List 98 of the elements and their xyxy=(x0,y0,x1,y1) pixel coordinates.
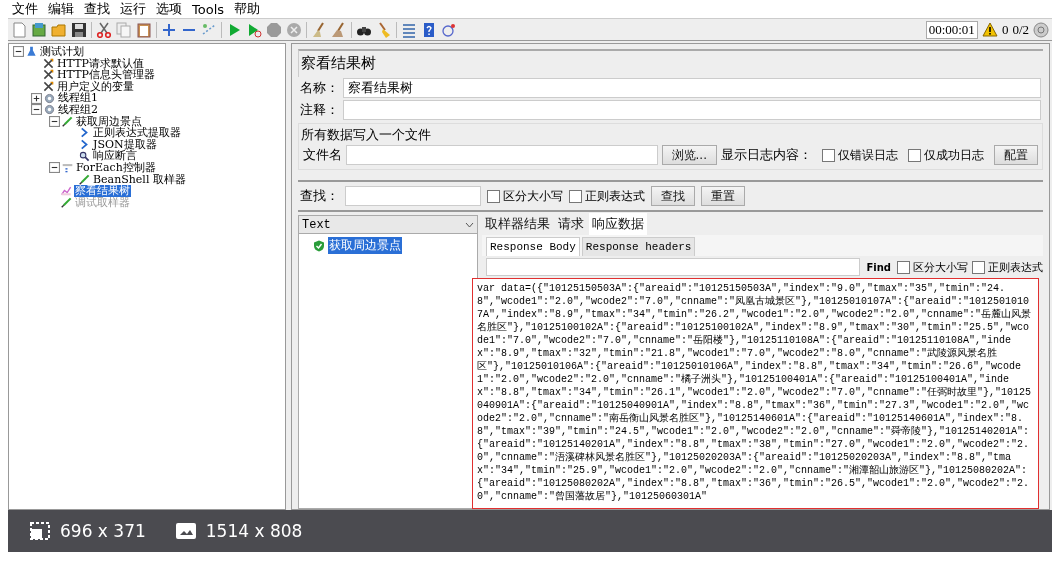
broom-icon[interactable] xyxy=(311,21,327,38)
name-field[interactable]: 察看结果树 xyxy=(343,78,1041,98)
pen-icon xyxy=(62,115,73,127)
checkbox-label: 仅错误日志 xyxy=(838,146,898,164)
field-label: 注释： xyxy=(300,101,339,119)
pen-icon xyxy=(61,197,72,208)
thread-count: 0/2 xyxy=(1012,21,1029,38)
expand-icon[interactable] xyxy=(31,92,42,104)
tools-icon xyxy=(43,81,54,93)
dropdown-value: Text xyxy=(302,217,331,232)
collapse-icon[interactable] xyxy=(13,46,24,58)
tab[interactable]: 响应数据 xyxy=(589,213,647,235)
checkbox-label: 区分大小写 xyxy=(503,187,563,205)
function-icon[interactable] xyxy=(441,21,457,38)
checkbox-label: 仅成功日志 xyxy=(924,146,984,164)
magnifier-icon xyxy=(79,150,90,162)
collapse-icon[interactable] xyxy=(49,162,60,174)
original-size: 1514 x 808 xyxy=(205,521,303,541)
checkbox[interactable] xyxy=(822,148,835,162)
flask-icon xyxy=(26,46,37,58)
search-button[interactable]: 查找 xyxy=(651,186,695,206)
tree-item[interactable]: JSON提取器 xyxy=(92,138,158,151)
broom-icon[interactable] xyxy=(376,21,392,38)
menu-item[interactable]: 编辑 xyxy=(47,0,75,18)
renderer-dropdown[interactable]: Text xyxy=(299,216,477,234)
broom-icon[interactable] xyxy=(331,21,347,38)
response-text: var data=({"10125150503A":{"areaid":"10125150503A","index":"9.0","tmax":"35","tmin":"24.8","wcode1":"2.0","wcode2":"7.0","cnname":"凤凰古城景区"},"10125010107A":{"areaid":"10125010107A","index":"8.9","tmax":"34","tmin":"26.2","wcode1":"2.0","wcode2":"2.0","cnname":"岳麓山风景名胜区"},"10125100102A":{"areaid":"10125100102A","index":"8.9","tmax":"30","tmin":"25.5","wcode1":"7.0","wcode2":"7.0","cnname":"岳阳楼"},"10125110108A":{"areaid":"10125110108A","index":"8.9","tmax":"32","tmin":"21.8","wcode1":"7.0","wcode2":"8.0","cnname":"武陵源风景名胜区"},"10125010106A":{"areaid":"10125010106A","index":"8.8","tmax":"34","tmin":"26.6","wcode1":"2.0","wcode2":"2.0","cnname":"橘子洲头"},"10125100401A":{"areaid":"10125100401A","index":"8.8","tmax":"34","tmin":"26.1","wcode1":"2.0","wcode2":"7.0","cnname":"任弼时故里"},"10125040901A":{"areaid":"10125040901A","index":"8.8","tmax":"36","tmin":"27.3","wcode1":"2.0","wcode2":"2.0","cnname":"南岳衡山风景名胜区"},"10125140601A":{"areaid":"10125140601A","index":"8.8","tmax":"39","tmin":"24.5","wcode1":"2.0","wcode2":"2.0","cnname":"舜帝陵"},"10125140201A":{"areaid":"10125140201A","index":"8.8","tmax":"38","tmin":"27.0","wcode1":"2.0","wcode2":"2.0","cnname":"浯溪碑林风景名胜区"},"10125020203A":{"areaid":"10125020203A","index":"8.8","tmax":"34","tmin":"25.9","wcode1":"2.0","wcode2":"2.0","cnname":"湘潭韶山旅游区"},"10125080202A":{"areaid":"10125080202A","index":"8.8","tmax":"36","tmin":"26.5","wcode1":"2.0","wcode2":"2.0","cnname":"曾国藩故居"},"10125060301A" xyxy=(472,278,1039,509)
scissors-icon[interactable] xyxy=(96,21,112,38)
chevron-down-icon xyxy=(465,221,474,228)
browse-button[interactable]: 浏览... xyxy=(661,145,717,165)
tab[interactable]: 请求 xyxy=(555,213,587,235)
field-label: 名称： xyxy=(300,79,339,97)
menu-item[interactable]: Tools xyxy=(191,1,226,17)
tree-item[interactable]: 获取周边景点 xyxy=(75,115,143,128)
tree-item[interactable]: 正则表达式提取器 xyxy=(92,127,182,139)
search-field[interactable] xyxy=(345,186,481,206)
list-icon[interactable] xyxy=(401,21,417,38)
field-label: 查找： xyxy=(300,187,339,205)
tools-icon xyxy=(43,57,54,69)
tree-item[interactable]: 测试计划 xyxy=(39,46,85,58)
tree-item[interactable]: ForEach控制器 xyxy=(75,161,157,174)
comment-field[interactable] xyxy=(343,100,1041,120)
result-item[interactable]: 获取周边景点 xyxy=(328,237,402,254)
template-icon[interactable] xyxy=(31,21,47,38)
tree-item[interactable]: HTTP请求默认值 xyxy=(56,57,145,70)
checkbox[interactable] xyxy=(972,260,985,274)
checkbox-label: 正则表达式 xyxy=(585,187,645,205)
timer-field: 00:00:01 xyxy=(925,20,978,39)
group-title: 所有数据写入一个文件 xyxy=(301,126,432,144)
tab[interactable]: Response headers xyxy=(581,237,696,256)
warning-icon[interactable] xyxy=(981,22,998,37)
menu-item[interactable]: 帮助 xyxy=(233,0,262,18)
controller-icon xyxy=(62,162,73,174)
checkbox[interactable] xyxy=(487,189,500,203)
toggle-icon[interactable] xyxy=(201,21,217,38)
chart-icon xyxy=(61,185,72,197)
tree-item[interactable]: 响应断言 xyxy=(92,150,138,162)
tab[interactable]: 取样器结果 xyxy=(482,213,553,235)
plus-icon[interactable] xyxy=(161,21,177,38)
menu-item[interactable]: 查找 xyxy=(83,0,111,18)
menu-item[interactable]: 选项 xyxy=(155,0,183,18)
image-icon xyxy=(175,522,196,540)
error-count: 0 xyxy=(1001,21,1009,38)
tree-item[interactable]: 用户定义的变量 xyxy=(56,80,135,93)
config-button[interactable]: 配置 xyxy=(994,145,1038,165)
help-icon[interactable] xyxy=(421,21,437,38)
clipboard-icon[interactable] xyxy=(136,21,152,38)
search-button[interactable]: 重置 xyxy=(701,186,745,206)
checkbox[interactable] xyxy=(569,189,582,203)
play-remote-icon[interactable] xyxy=(246,21,262,38)
checkbox[interactable] xyxy=(908,148,921,162)
filename-field[interactable] xyxy=(346,145,658,165)
pen-icon xyxy=(79,173,90,185)
tree-item[interactable]: 察看结果树 xyxy=(74,185,131,197)
find-field[interactable] xyxy=(486,258,861,276)
menu-item[interactable]: 运行 xyxy=(119,0,147,18)
field-label: 显示日志内容： xyxy=(721,146,812,164)
tree-item[interactable]: 线程组1 xyxy=(57,92,99,104)
tab[interactable]: Response Body xyxy=(486,237,580,256)
find-button[interactable]: Find xyxy=(864,261,893,273)
collapse-icon[interactable] xyxy=(49,115,60,127)
collapse-icon[interactable] xyxy=(31,104,42,116)
menu-item[interactable]: 文件 xyxy=(11,0,39,18)
resize-icon xyxy=(30,522,50,540)
remote-status-icon xyxy=(1033,21,1049,38)
stop-icon[interactable] xyxy=(266,21,282,38)
tree-item[interactable]: 线程组2 xyxy=(57,103,99,116)
tree-item[interactable]: HTTP信息头管理器 xyxy=(56,69,156,81)
save-icon[interactable] xyxy=(71,21,87,38)
checkbox-label: 区分大小写 xyxy=(913,259,968,275)
gear-icon xyxy=(44,92,55,104)
field-label: 文件名 xyxy=(303,146,342,164)
gear-icon xyxy=(44,104,55,116)
display-size: 696 x 371 xyxy=(60,521,146,541)
tree-item[interactable]: BeanShell 取样器 xyxy=(92,173,187,186)
checkbox-label: 正则表达式 xyxy=(988,259,1043,275)
checkbox[interactable] xyxy=(897,260,910,274)
tools-icon xyxy=(43,69,54,81)
